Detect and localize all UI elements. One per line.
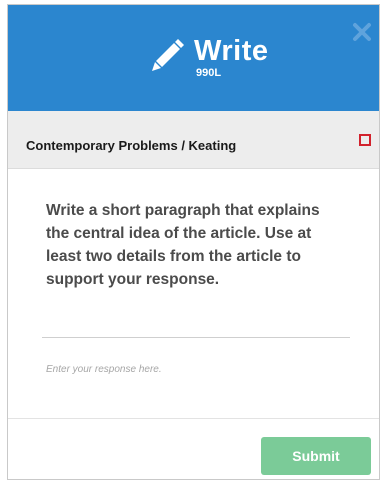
course-bar: Contemporary Problems / Keating xyxy=(8,111,379,169)
header-title-group: Write 990L xyxy=(146,35,268,85)
status-indicator-icon[interactable] xyxy=(359,134,371,146)
close-icon[interactable] xyxy=(351,21,373,43)
title-block: Write 990L xyxy=(194,35,268,79)
panel-header: Write 990L xyxy=(8,5,379,111)
response-input[interactable] xyxy=(46,359,346,379)
submit-button[interactable]: Submit xyxy=(261,437,371,475)
write-panel: Write 990L Contemporary Problems / Keati… xyxy=(7,4,380,480)
panel-title: Write xyxy=(194,35,269,67)
divider xyxy=(42,337,350,338)
course-name: Contemporary Problems / Keating xyxy=(26,138,237,153)
writing-prompt: Write a short paragraph that explains th… xyxy=(46,202,320,288)
footer-divider xyxy=(8,418,379,419)
lexile-level: 990L xyxy=(196,67,222,79)
pencil-icon xyxy=(152,39,184,71)
